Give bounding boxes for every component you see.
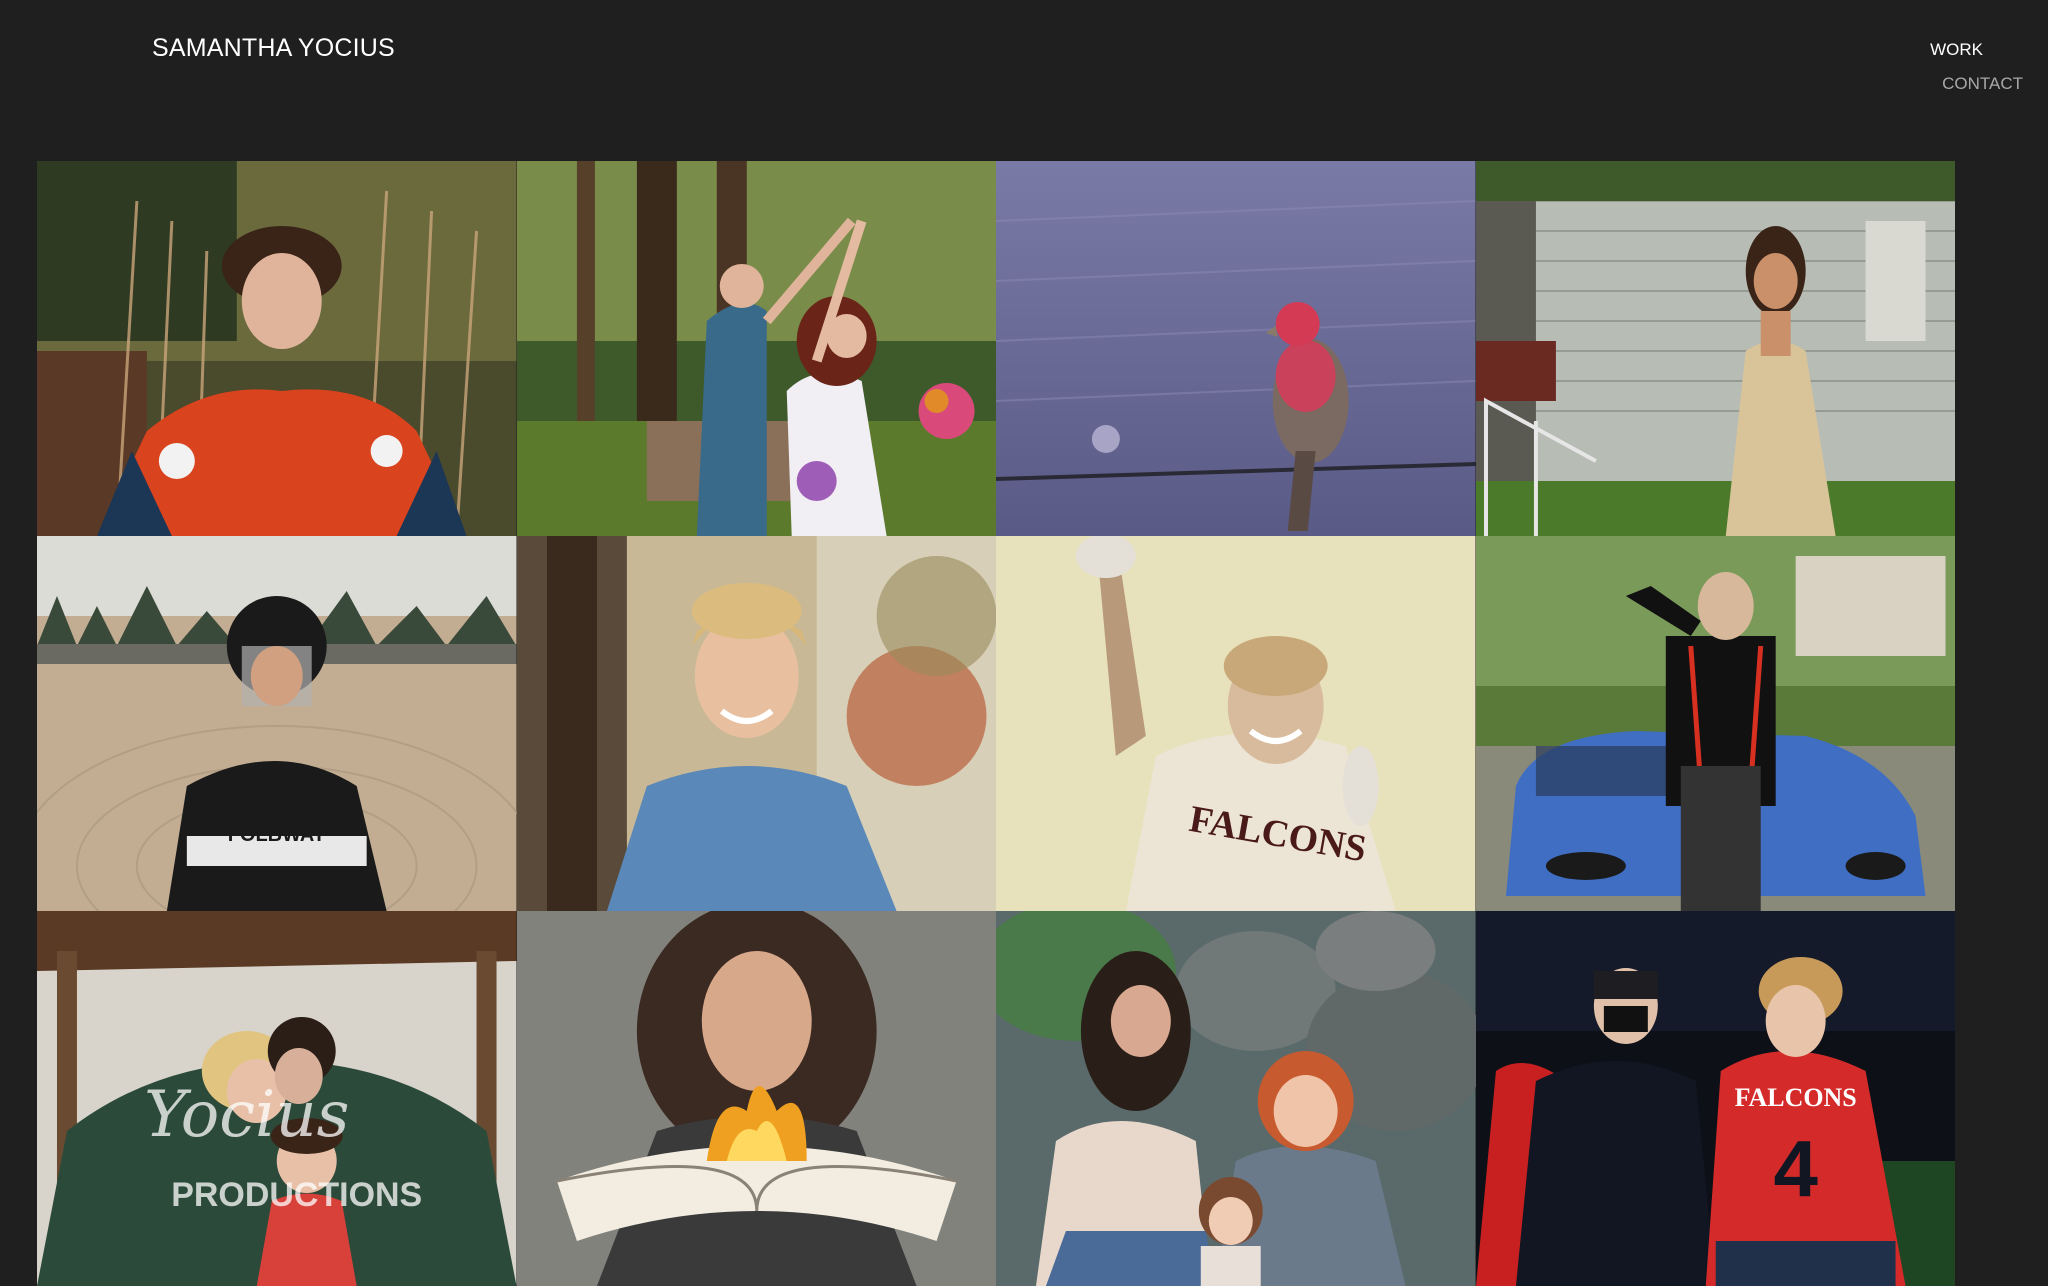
gallery-tile-9[interactable]: Yocius PRODUCTIONS (37, 911, 517, 1286)
gallery-tile-3[interactable] (996, 161, 1476, 536)
gallery-tile-5[interactable]: FOLBWAY (37, 536, 517, 911)
photo-varsity-senior (37, 161, 517, 536)
gallery-tile-10[interactable] (516, 911, 996, 1286)
watermark-script: Yocius (144, 1078, 349, 1152)
photo-falcons-player-celebrating: FALCONS (996, 536, 1476, 911)
photo-softball-catcher: FOLBWAY (37, 536, 517, 911)
photo-house-finch (996, 161, 1476, 536)
jersey-number: 4 (1773, 1124, 1818, 1213)
gallery-tile-8[interactable] (1475, 536, 1955, 911)
gallery-tile-2[interactable] (516, 161, 996, 536)
jersey-text-falcons-2: FALCONS (1734, 1083, 1856, 1112)
photo-mother-daughters (996, 911, 1476, 1286)
photo-blue-shirt-portrait (516, 536, 996, 911)
photo-gold-gown (1475, 161, 1955, 536)
watermark-productions: PRODUCTIONS (171, 1176, 422, 1214)
nav-work-link[interactable]: WORK (1930, 40, 1983, 60)
photo-burning-book (516, 911, 996, 1286)
photo-blue-car-portrait (1475, 536, 1955, 911)
gallery-tile-7[interactable]: FALCONS (996, 536, 1476, 911)
photo-couple-dancing (516, 161, 996, 536)
gallery-tile-1[interactable] (37, 161, 517, 536)
photo-falcons-game-night: FALCONS 4 (1475, 911, 1955, 1286)
gallery-tile-11[interactable] (996, 911, 1476, 1286)
photo-family-blanket: Yocius PRODUCTIONS (37, 911, 517, 1286)
site-title[interactable]: SAMANTHA YOCIUS (152, 34, 395, 63)
jersey-text-folbway: FOLBWAY (228, 824, 326, 846)
photo-gallery-grid: FOLBWAY FALCONS Yocius PRODUCTIONS FALCO… (37, 161, 1955, 1286)
gallery-tile-6[interactable] (516, 536, 996, 911)
nav-contact-link[interactable]: CONTACT (1942, 74, 2023, 94)
page: SAMANTHA YOCIUS WORK CONTACT FOLBWAY FAL… (0, 0, 2048, 1286)
gallery-tile-12[interactable]: FALCONS 4 (1475, 911, 1955, 1286)
main-nav: WORK CONTACT (1930, 40, 2023, 94)
gallery-tile-4[interactable] (1475, 161, 1955, 536)
